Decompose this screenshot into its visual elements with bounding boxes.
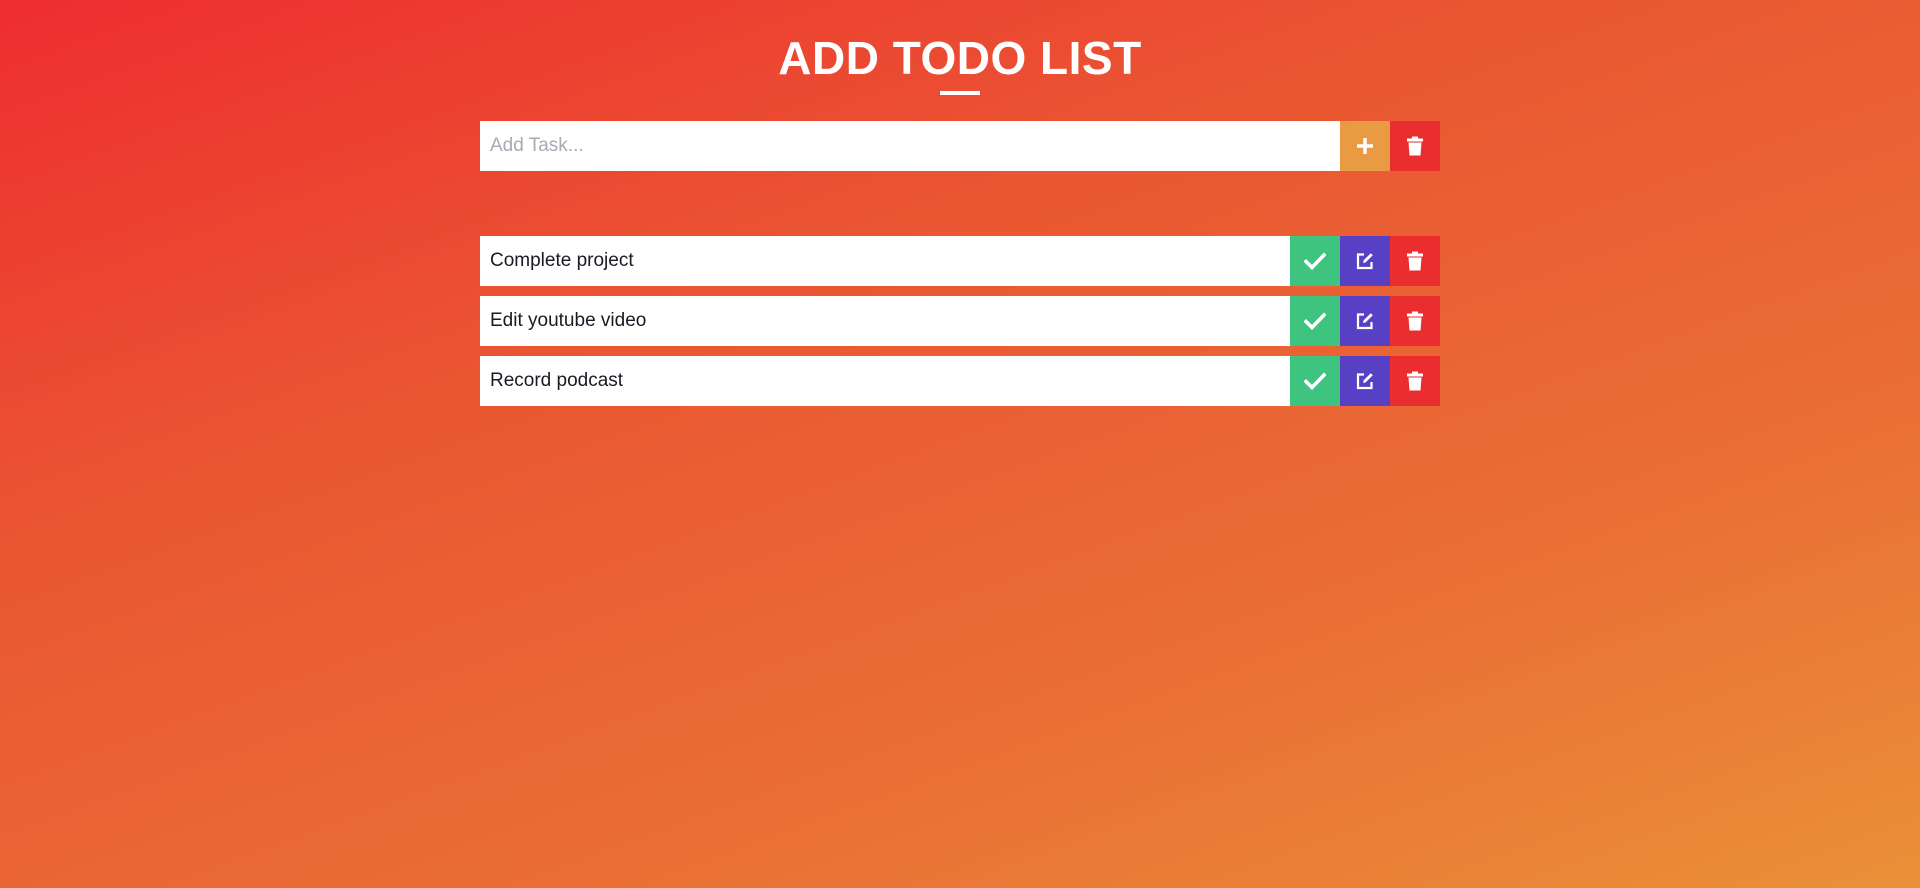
check-icon <box>1304 372 1326 390</box>
check-icon <box>1304 252 1326 270</box>
edit-button[interactable] <box>1340 236 1390 286</box>
edit-icon <box>1356 373 1373 390</box>
edit-icon <box>1356 313 1373 330</box>
page-title: ADD TODO LIST <box>778 32 1142 84</box>
edit-button[interactable] <box>1340 356 1390 406</box>
delete-button[interactable] <box>1390 236 1440 286</box>
add-task-input[interactable] <box>480 121 1340 171</box>
todo-item-text: Record podcast <box>480 356 1290 406</box>
complete-button[interactable] <box>1290 236 1340 286</box>
trash-icon <box>1407 371 1423 391</box>
add-task-button[interactable] <box>1340 121 1390 171</box>
clear-all-button[interactable] <box>1390 121 1440 171</box>
trash-icon <box>1407 251 1423 271</box>
complete-button[interactable] <box>1290 296 1340 346</box>
edit-icon <box>1356 253 1373 270</box>
todo-item-text: Edit youtube video <box>480 296 1290 346</box>
complete-button[interactable] <box>1290 356 1340 406</box>
plus-icon <box>1357 138 1373 154</box>
todo-list: Complete project Edit youtube video Reco… <box>480 236 1440 416</box>
trash-icon <box>1407 136 1423 156</box>
todo-item: Record podcast <box>480 356 1440 406</box>
todo-item: Complete project <box>480 236 1440 286</box>
add-task-form <box>480 121 1440 171</box>
delete-button[interactable] <box>1390 296 1440 346</box>
todo-item-text: Complete project <box>480 236 1290 286</box>
trash-icon <box>1407 311 1423 331</box>
title-underline <box>940 91 980 95</box>
delete-button[interactable] <box>1390 356 1440 406</box>
check-icon <box>1304 312 1326 330</box>
todo-item: Edit youtube video <box>480 296 1440 346</box>
edit-button[interactable] <box>1340 296 1390 346</box>
